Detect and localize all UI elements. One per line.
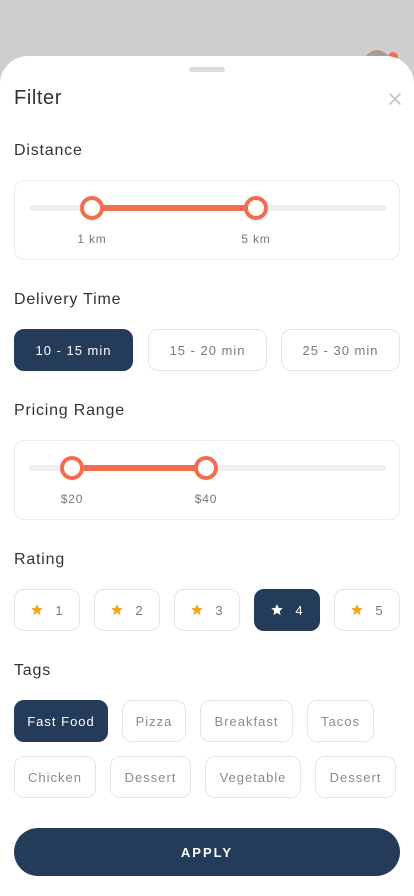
drag-handle[interactable]: [189, 67, 225, 72]
distance-max-label: 5 km: [241, 232, 271, 246]
distance-range-fill: [92, 205, 257, 211]
rating-value: 5: [375, 602, 384, 618]
star-icon: [271, 604, 284, 615]
tag-breakfast[interactable]: Breakfast: [200, 700, 293, 742]
distance-title: Distance: [14, 142, 83, 159]
tag-tacos[interactable]: Tacos: [307, 700, 374, 742]
pricing-max-handle[interactable]: [194, 456, 218, 480]
delivery-option-15-20[interactable]: 15 - 20 min: [148, 329, 267, 371]
apply-button[interactable]: APPLY: [14, 828, 400, 876]
pricing-max-label: $40: [194, 492, 218, 506]
filter-sheet: Filter Distance 1 km 5 km Delivery Time …: [0, 56, 414, 896]
distance-min-label: 1 km: [77, 232, 107, 246]
rating-option-2[interactable]: 2: [94, 589, 160, 631]
rating-option-1[interactable]: 1: [14, 589, 80, 631]
pricing-slider-card: $20 $40: [14, 440, 400, 520]
star-icon: [191, 604, 204, 615]
tag-fast-food[interactable]: Fast Food: [14, 700, 108, 742]
pricing-min-handle[interactable]: [60, 456, 84, 480]
tag-pizza[interactable]: Pizza: [122, 700, 186, 742]
pricing-min-label: $20: [60, 492, 84, 506]
rating-option-5[interactable]: 5: [334, 589, 400, 631]
distance-max-handle[interactable]: [244, 196, 268, 220]
distance-slider-card: 1 km 5 km: [14, 180, 400, 260]
rating-option-3[interactable]: 3: [174, 589, 240, 631]
tag-chicken[interactable]: Chicken: [14, 756, 96, 798]
delivery-option-25-30[interactable]: 25 - 30 min: [281, 329, 400, 371]
star-icon: [351, 604, 364, 615]
rating-value: 2: [135, 602, 144, 618]
star-icon: [111, 604, 124, 615]
rating-title: Rating: [14, 551, 66, 568]
tags-title: Tags: [14, 662, 51, 679]
delivery-time-title: Delivery Time: [14, 291, 122, 308]
star-icon: [31, 604, 44, 615]
tag-dessert-2[interactable]: Dessert: [315, 756, 396, 798]
distance-min-handle[interactable]: [80, 196, 104, 220]
tag-vegetable[interactable]: Vegetable: [205, 756, 301, 798]
delivery-option-10-15[interactable]: 10 - 15 min: [14, 329, 133, 371]
pricing-range-fill: [72, 465, 206, 471]
rating-value: 3: [215, 602, 224, 618]
rating-value: 1: [55, 602, 64, 618]
sheet-title: Filter: [14, 87, 63, 109]
pricing-range-title: Pricing Range: [14, 402, 125, 419]
close-icon[interactable]: [385, 89, 405, 109]
rating-value: 4: [295, 602, 304, 618]
tag-dessert[interactable]: Dessert: [110, 756, 191, 798]
rating-option-4[interactable]: 4: [254, 589, 320, 631]
